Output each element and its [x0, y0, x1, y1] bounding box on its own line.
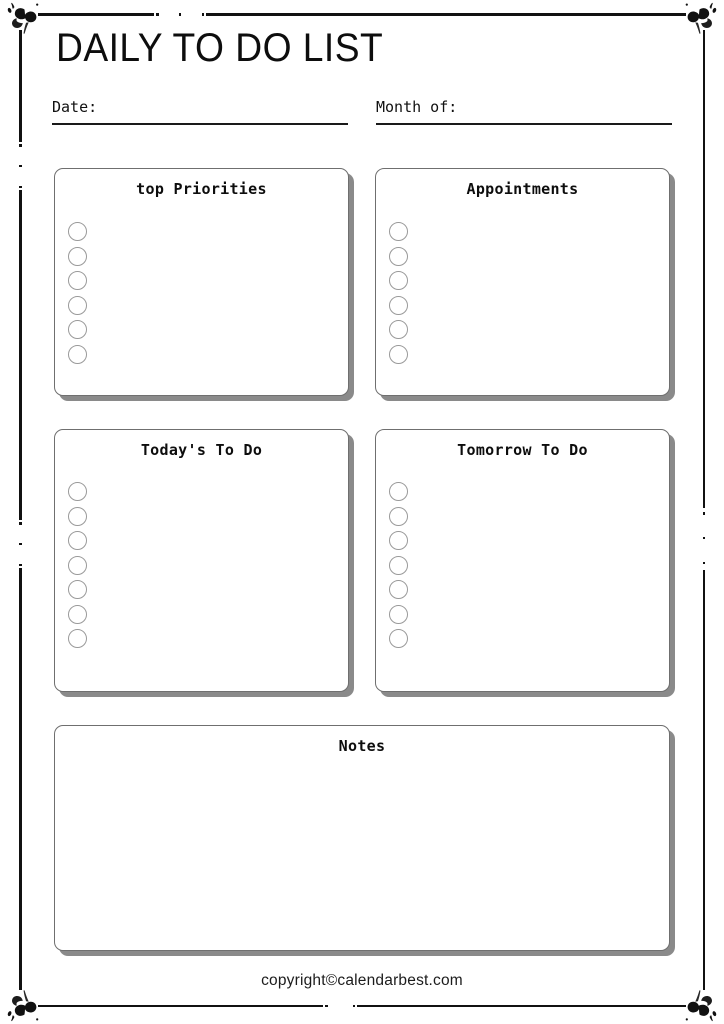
checkbox-list-top-priorities: [68, 222, 87, 364]
checkbox[interactable]: [389, 482, 408, 501]
card-appointments[interactable]: Appointments: [375, 168, 670, 396]
checkbox[interactable]: [389, 246, 408, 266]
checkbox[interactable]: [68, 555, 87, 575]
checkbox[interactable]: [68, 246, 87, 266]
month-input-rule[interactable]: [376, 123, 672, 125]
checkbox[interactable]: [68, 344, 87, 364]
card-today-todo[interactable]: Today's To Do: [54, 429, 349, 692]
cards-row-top: top Priorities Appointments: [54, 168, 670, 396]
checkbox-list-appointments: [389, 222, 408, 364]
card-title-notes: Notes: [338, 737, 386, 755]
checkbox-list-today-todo: [68, 482, 87, 648]
checkbox[interactable]: [389, 344, 408, 364]
planner-page: DAILY TO DO LIST Date: Month of: top Pri…: [0, 0, 724, 1024]
date-field-group: Date:: [52, 98, 348, 125]
checkbox[interactable]: [389, 555, 408, 575]
checkbox[interactable]: [68, 222, 87, 241]
month-label: Month of:: [376, 98, 458, 116]
page-title: DAILY TO DO LIST: [56, 26, 384, 70]
card-top-priorities[interactable]: top Priorities: [54, 168, 349, 396]
card-title-appointments: Appointments: [466, 180, 579, 198]
checkbox[interactable]: [68, 271, 87, 290]
checkbox[interactable]: [389, 506, 408, 526]
checkbox[interactable]: [68, 482, 87, 501]
checkbox[interactable]: [68, 531, 87, 550]
card-title-tomorrow-todo: Tomorrow To Do: [457, 441, 588, 459]
checkbox[interactable]: [68, 506, 87, 526]
cards-grid: top Priorities Appointments Today's To D…: [54, 168, 670, 951]
date-label: Date:: [52, 98, 98, 116]
footer-credit: copyright©calendarbest.com: [261, 972, 463, 989]
checkbox[interactable]: [389, 604, 408, 624]
card-tomorrow-todo[interactable]: Tomorrow To Do: [375, 429, 670, 692]
card-title-top-priorities: top Priorities: [136, 180, 267, 198]
checkbox[interactable]: [389, 531, 408, 550]
cards-row-bottom: Notes: [54, 725, 670, 951]
checkbox[interactable]: [389, 629, 408, 648]
cards-row-middle: Today's To Do Tomorrow To Do: [54, 429, 670, 692]
checkbox[interactable]: [68, 629, 87, 648]
month-field-group: Month of:: [376, 98, 672, 125]
checkbox[interactable]: [68, 320, 87, 339]
checkbox[interactable]: [68, 580, 87, 599]
checkbox-list-tomorrow-todo: [389, 482, 408, 648]
checkbox[interactable]: [389, 271, 408, 290]
checkbox[interactable]: [389, 222, 408, 241]
date-fields: Date: Month of:: [52, 98, 672, 125]
checkbox[interactable]: [68, 604, 87, 624]
card-notes[interactable]: Notes: [54, 725, 670, 951]
checkbox[interactable]: [389, 580, 408, 599]
checkbox[interactable]: [68, 295, 87, 315]
date-input-rule[interactable]: [52, 123, 348, 125]
checkbox[interactable]: [389, 320, 408, 339]
checkbox[interactable]: [389, 295, 408, 315]
card-title-today-todo: Today's To Do: [140, 441, 263, 459]
